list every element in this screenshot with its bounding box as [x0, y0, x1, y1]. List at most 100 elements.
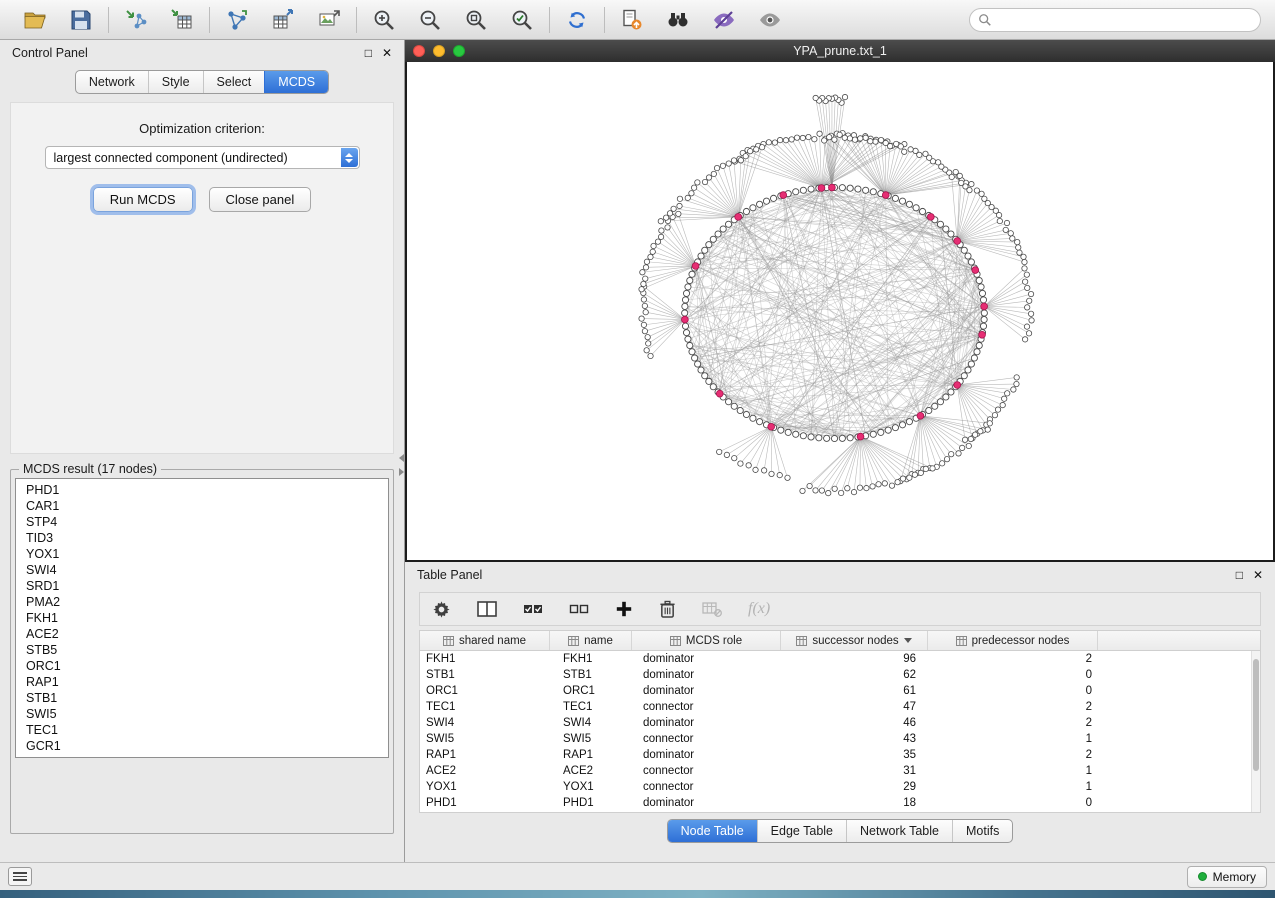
mcds-result-item[interactable]: SWI5: [16, 706, 388, 722]
share-document-icon[interactable]: [617, 5, 647, 35]
search-network-icon[interactable]: [663, 5, 693, 35]
search-input[interactable]: [997, 13, 1252, 27]
column-type-icon: [796, 636, 807, 646]
table-row[interactable]: STB1STB1dominator620: [420, 667, 1251, 683]
column-header-mcds-role[interactable]: MCDS role: [632, 631, 781, 650]
zoom-in-icon[interactable]: [369, 5, 399, 35]
column-header-shared-name[interactable]: shared name: [420, 631, 550, 650]
show-columns-icon[interactable]: [477, 600, 497, 618]
column-header-name[interactable]: name: [550, 631, 632, 650]
mcds-result-item[interactable]: PMA2: [16, 594, 388, 610]
sort-descending-icon: [904, 638, 912, 643]
table-scrollbar[interactable]: [1251, 651, 1260, 812]
mcds-result-item[interactable]: SWI4: [16, 562, 388, 578]
table-row[interactable]: ORC1ORC1dominator610: [420, 683, 1251, 699]
delete-column-icon[interactable]: [659, 600, 676, 619]
show-details-icon[interactable]: [755, 5, 785, 35]
hide-details-icon[interactable]: [709, 5, 739, 35]
table-settings-gear-icon[interactable]: [432, 600, 451, 619]
table-row[interactable]: YOX1YOX1connector291: [420, 779, 1251, 795]
zoom-out-icon[interactable]: [415, 5, 445, 35]
table-panel: Table Panel □ ✕: [405, 562, 1275, 862]
mcds-result-item[interactable]: FKH1: [16, 610, 388, 626]
export-image-icon[interactable]: [314, 5, 344, 35]
mcds-result-list: PHD1CAR1STP4TID3YOX1SWI4SRD1PMA2FKH1ACE2…: [15, 478, 389, 758]
mcds-result-item[interactable]: ACE2: [16, 626, 388, 642]
float-table-panel-icon[interactable]: □: [1236, 569, 1243, 581]
close-table-panel-icon[interactable]: ✕: [1253, 569, 1263, 581]
close-panel-icon[interactable]: ✕: [382, 47, 392, 59]
window-maximize-icon[interactable]: [453, 45, 465, 57]
cell-name: STB1: [550, 667, 632, 683]
cell-shared_name: PHD1: [420, 795, 550, 811]
mcds-result-item[interactable]: CAR1: [16, 498, 388, 514]
tab-network[interactable]: Network: [76, 71, 148, 93]
tab-select[interactable]: Select: [203, 71, 265, 93]
import-network-file-icon[interactable]: [121, 5, 151, 35]
export-network-icon[interactable]: [222, 5, 252, 35]
panel-splitter-handle[interactable]: [398, 448, 405, 482]
import-table-file-icon[interactable]: [167, 5, 197, 35]
view-group: [605, 5, 797, 35]
column-type-icon: [443, 636, 454, 646]
zoom-fit-icon[interactable]: [461, 5, 491, 35]
cell-shared_name: STB1: [420, 667, 550, 683]
add-column-icon[interactable]: [615, 600, 633, 618]
mcds-result-item[interactable]: STB5: [16, 642, 388, 658]
tab-style[interactable]: Style: [148, 71, 203, 93]
cell-predecessors: 2: [928, 651, 1098, 667]
window-minimize-icon[interactable]: [433, 45, 445, 57]
run-mcds-button[interactable]: Run MCDS: [93, 187, 193, 212]
node-table: shared name name MCDS role successo: [419, 630, 1261, 813]
panel-menu-icon[interactable]: [8, 867, 32, 886]
table-row[interactable]: FKH1FKH1dominator962: [420, 651, 1251, 667]
mcds-result-item[interactable]: GCR1: [16, 738, 388, 754]
cell-shared_name: SWI5: [420, 731, 550, 747]
search-box[interactable]: [969, 8, 1261, 32]
column-header-successor-nodes[interactable]: successor nodes: [781, 631, 928, 650]
select-all-icon[interactable]: [523, 600, 543, 618]
scrollbar-thumb[interactable]: [1253, 659, 1259, 771]
zoom-selected-icon[interactable]: [507, 5, 537, 35]
column-type-icon: [670, 636, 681, 646]
table-row[interactable]: ACE2ACE2connector311: [420, 763, 1251, 779]
criterion-dropdown[interactable]: largest connected component (undirected): [45, 146, 360, 169]
column-header-predecessor-nodes[interactable]: predecessor nodes: [928, 631, 1098, 650]
table-row[interactable]: SWI5SWI5connector431: [420, 731, 1251, 747]
save-icon[interactable]: [66, 5, 96, 35]
mcds-result-item[interactable]: YOX1: [16, 546, 388, 562]
network-titlebar[interactable]: YPA_prune.txt_1: [405, 40, 1275, 62]
deselect-all-icon[interactable]: [569, 600, 589, 618]
memory-button[interactable]: Memory: [1187, 866, 1267, 888]
cell-name: YOX1: [550, 779, 632, 795]
tab-mcds[interactable]: MCDS: [264, 71, 328, 93]
cell-successors: 29: [781, 779, 928, 795]
table-row[interactable]: TEC1TEC1connector472: [420, 699, 1251, 715]
tab-edge-table[interactable]: Edge Table: [757, 820, 846, 842]
cell-name: RAP1: [550, 747, 632, 763]
mcds-result-item[interactable]: TEC1: [16, 722, 388, 738]
float-panel-icon[interactable]: □: [365, 47, 372, 59]
mcds-result-item[interactable]: TID3: [16, 530, 388, 546]
cell-name: ACE2: [550, 763, 632, 779]
mcds-result-item[interactable]: PHD1: [16, 482, 388, 498]
tab-node-table[interactable]: Node Table: [668, 820, 757, 842]
tab-motifs[interactable]: Motifs: [952, 820, 1012, 842]
table-row[interactable]: PHD1PHD1dominator180: [420, 795, 1251, 811]
mcds-result-item[interactable]: STP4: [16, 514, 388, 530]
mcds-result-item[interactable]: SRD1: [16, 578, 388, 594]
tab-network-table[interactable]: Network Table: [846, 820, 952, 842]
table-row[interactable]: RAP1RAP1dominator352: [420, 747, 1251, 763]
close-panel-button[interactable]: Close panel: [209, 187, 312, 212]
status-bar: Memory: [0, 862, 1275, 890]
open-folder-icon[interactable]: [20, 5, 50, 35]
network-canvas[interactable]: [405, 62, 1275, 562]
mcds-result-item[interactable]: ORC1: [16, 658, 388, 674]
refresh-layout-icon[interactable]: [562, 5, 592, 35]
mcds-result-item[interactable]: RAP1: [16, 674, 388, 690]
export-table-icon[interactable]: [268, 5, 298, 35]
cell-successors: 31: [781, 763, 928, 779]
window-close-icon[interactable]: [413, 45, 425, 57]
mcds-result-item[interactable]: STB1: [16, 690, 388, 706]
table-row[interactable]: SWI4SWI4dominator462: [420, 715, 1251, 731]
